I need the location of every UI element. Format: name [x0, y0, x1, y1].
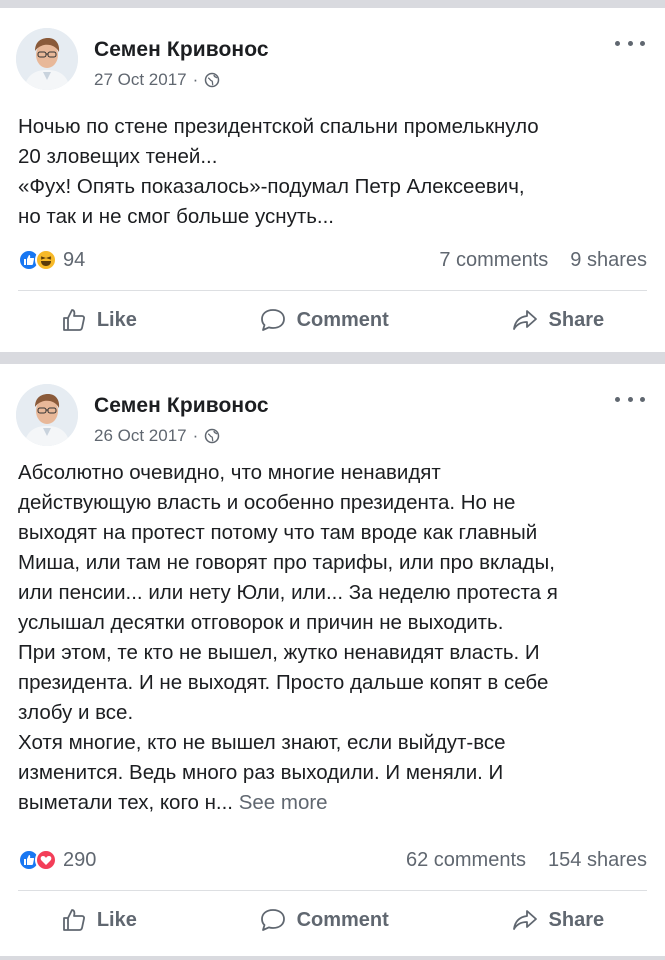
share-arrow-icon	[512, 910, 537, 930]
post-text-line: Ночью по стене президентской спальни про…	[18, 115, 539, 138]
post-text-line: выходят на протест потому что там вроде …	[18, 521, 538, 544]
meta-separator: ·	[192, 70, 199, 89]
post-meta: 27 Oct 2017 ·	[94, 70, 220, 90]
post-date[interactable]: 26 Oct 2017	[94, 426, 187, 446]
post-text-line: действующую власть и особенно президента…	[18, 491, 516, 514]
divider	[18, 290, 647, 291]
like-button[interactable]: Like	[49, 301, 149, 339]
thumbs-up-icon	[62, 309, 85, 331]
divider	[18, 890, 647, 891]
action-bar: Like Comment Share	[0, 900, 665, 940]
author-name[interactable]: Семен Кривонос	[94, 38, 269, 62]
love-icon	[35, 849, 57, 871]
shares-count[interactable]: 154 shares	[548, 849, 647, 872]
post-text-truncated: выметали тех, кого н...	[18, 791, 233, 814]
comment-label: Comment	[296, 308, 389, 331]
action-bar: Like Comment Share	[0, 300, 665, 340]
post-text-line: президента. И не выходят. Просто дальше …	[18, 671, 549, 694]
shares-count[interactable]: 9 shares	[570, 249, 647, 272]
post-text-line: Хотя многие, кто не вышел знают, если вы…	[18, 731, 506, 754]
comment-icon	[260, 909, 285, 931]
haha-icon	[35, 249, 57, 271]
post-text-line: При этом, те кто не вышел, жутко ненавид…	[18, 641, 540, 664]
post-text-line: выметали тех, кого н... See more	[18, 788, 647, 818]
share-button[interactable]: Share	[499, 301, 617, 339]
reactions-summary[interactable]: 290	[18, 849, 96, 872]
see-more-link[interactable]: See more	[239, 791, 328, 814]
share-label: Share	[548, 908, 605, 931]
post-date[interactable]: 27 Oct 2017	[94, 70, 187, 90]
reactions-summary[interactable]: 94	[18, 249, 85, 272]
post-text-line: услышал десятки отговорок и причин не вы…	[18, 611, 504, 634]
post-text-line: «Фух! Опять показалось»-подумал Петр Але…	[18, 175, 525, 198]
avatar[interactable]	[16, 28, 78, 90]
share-arrow-icon	[512, 310, 537, 330]
post-text-line: но так и не смог больше уснуть...	[18, 205, 334, 228]
reaction-count: 94	[63, 248, 86, 271]
share-button[interactable]: Share	[499, 901, 617, 939]
globe-icon	[204, 72, 220, 88]
post-text: Ночью по стене президентской спальни про…	[18, 112, 647, 232]
share-label: Share	[548, 308, 605, 331]
post-text-line: изменится. Ведь много раз выходили. И ме…	[18, 761, 504, 784]
like-label: Like	[96, 908, 137, 931]
more-options-icon[interactable]	[615, 34, 645, 52]
post-text-line: 20 зловещих теней...	[18, 145, 218, 168]
author-name[interactable]: Семен Кривонос	[94, 394, 269, 418]
post-text-line: злобу и все.	[18, 701, 134, 724]
thumbs-up-icon	[62, 909, 85, 931]
post-counts: 94 7 comments 9 shares	[18, 246, 647, 274]
comments-count[interactable]: 62 comments	[406, 849, 526, 872]
post-card: Семен Кривонос 26 Oct 2017 · Абсолютно о…	[0, 364, 665, 956]
like-label: Like	[96, 308, 137, 331]
post-text-line: или пенсии... или нету Юли, или... За не…	[18, 581, 558, 604]
like-button[interactable]: Like	[49, 901, 149, 939]
post-text-line: Абсолютно очевидно, что многие ненавидят	[18, 461, 441, 484]
avatar[interactable]	[16, 384, 78, 446]
post-counts: 290 62 comments 154 shares	[18, 846, 647, 874]
post-text-line: Миша, или там не говорят про тарифы, или…	[18, 551, 555, 574]
comments-count[interactable]: 7 comments	[439, 249, 548, 272]
globe-icon	[204, 428, 220, 444]
post-card: Семен Кривонос 27 Oct 2017 · Ночью по ст…	[0, 8, 665, 352]
post-text: Абсолютно очевидно, что многие ненавидят…	[18, 458, 647, 818]
comment-label: Comment	[296, 908, 389, 931]
comment-button[interactable]: Comment	[247, 301, 401, 339]
comment-icon	[260, 309, 285, 331]
more-options-icon[interactable]	[615, 390, 645, 408]
reaction-count: 290	[63, 848, 97, 871]
post-meta: 26 Oct 2017 ·	[94, 426, 220, 446]
meta-separator: ·	[192, 426, 199, 445]
comment-button[interactable]: Comment	[247, 901, 401, 939]
